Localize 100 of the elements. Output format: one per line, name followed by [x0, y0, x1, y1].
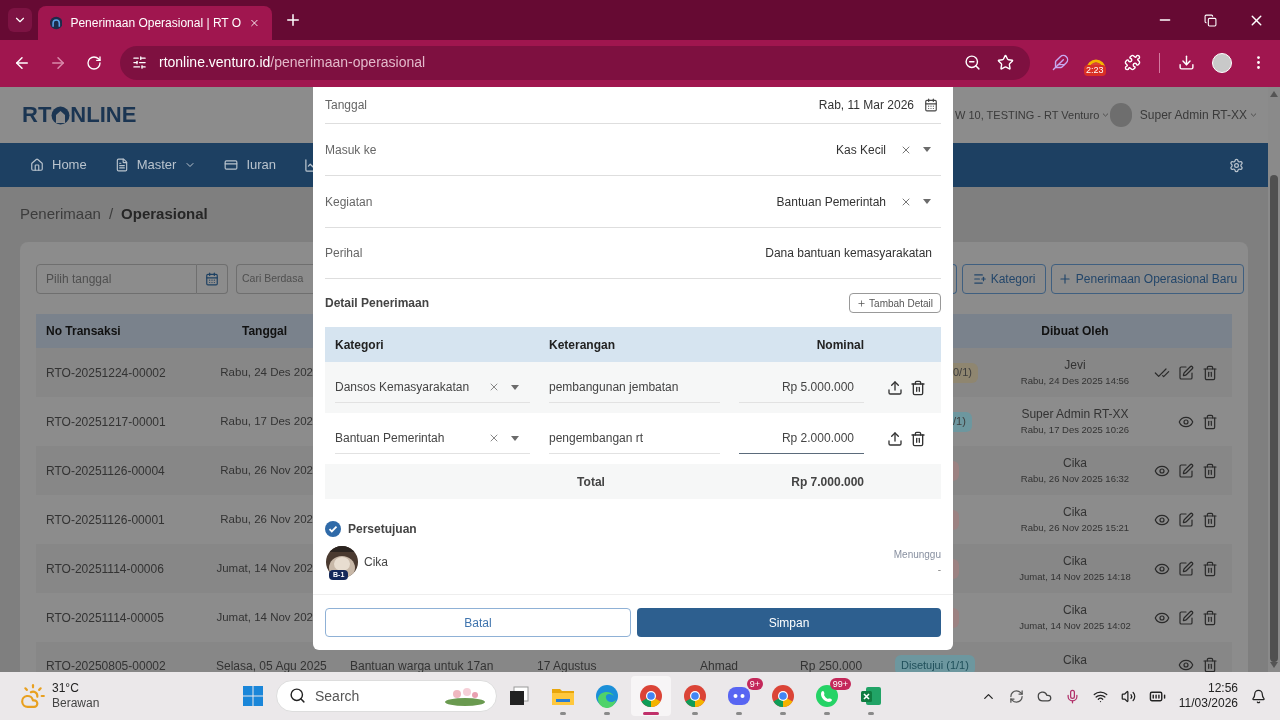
- creator-name: Cika: [1063, 602, 1087, 620]
- clear-icon[interactable]: [488, 381, 500, 393]
- table-cell-text: RTO-20251126-00001: [45, 511, 166, 529]
- filter-search-field[interactable]: Cari Berdasa: [236, 264, 313, 294]
- edit-icon[interactable]: [1178, 462, 1194, 479]
- volume-icon[interactable]: [1120, 688, 1136, 704]
- date-value[interactable]: Rab, 11 Mar 2026: [818, 96, 914, 114]
- logo-house-icon: [51, 105, 71, 125]
- edit-icon[interactable]: [1178, 609, 1194, 626]
- table-cell-text: Ahmad: [700, 658, 740, 672]
- creator-name: Cika: [1063, 455, 1087, 473]
- document-icon: [114, 158, 129, 172]
- zoom-icon[interactable]: [964, 54, 981, 71]
- table-cell-text: Rabu, 17 Des 202: [219, 413, 313, 429]
- browser-tab[interactable]: Penerimaan Operasional | RT O: [38, 6, 272, 40]
- tab-list-button[interactable]: [8, 8, 32, 32]
- browser-icon: [595, 684, 619, 708]
- address-bar[interactable]: rtonline.venturo.id/penerimaan-operasional: [120, 45, 1030, 80]
- select-field[interactable]: Bantuan Pemerintah: [776, 192, 886, 211]
- save-button[interactable]: Simpan: [637, 608, 941, 637]
- weather-icon: [20, 683, 46, 709]
- column-header: No Transaksi: [45, 323, 122, 340]
- description-input[interactable]: pembangunan jembatan: [549, 372, 720, 403]
- table-cell-text: Bantuan warga untuk 17an: [349, 658, 495, 672]
- browser-icon: [771, 684, 795, 708]
- clock[interactable]: 12:56 11/03/2026: [1178, 681, 1238, 711]
- restore-icon[interactable]: [1204, 13, 1217, 27]
- field-label: Tanggal: [325, 97, 368, 114]
- column-header: Kategori: [334, 336, 385, 354]
- select-field[interactable]: Kas Kecil: [835, 140, 886, 159]
- trash-icon[interactable]: [910, 379, 926, 396]
- chat-app-icon: [727, 684, 751, 708]
- settings-icon[interactable]: [1229, 157, 1244, 173]
- add-detail-button[interactable]: Tambah Detail: [849, 293, 941, 313]
- notifications-icon[interactable]: [1251, 688, 1266, 704]
- microphone-icon[interactable]: [1064, 688, 1080, 704]
- reload-icon[interactable]: [86, 54, 102, 71]
- taskbar-search-field[interactable]: Search: [276, 680, 497, 712]
- calendar-icon[interactable]: [924, 98, 938, 112]
- creator-name: Cika: [1063, 553, 1087, 571]
- download-icon[interactable]: [1177, 54, 1195, 71]
- extension-badge: 2:23: [1084, 64, 1106, 76]
- location-selector[interactable]: W 10, TESTING - RT Venturo: [955, 106, 1100, 124]
- upload-icon[interactable]: [887, 379, 903, 396]
- site-logo-icon: [50, 15, 63, 31]
- description-input[interactable]: pengembangan rt: [549, 423, 720, 454]
- calendar-button[interactable]: [197, 264, 228, 294]
- caret-icon[interactable]: [923, 199, 931, 204]
- column-header: Tanggal: [240, 323, 289, 340]
- caret-icon[interactable]: [511, 435, 519, 441]
- column-header: Keterangan: [548, 336, 617, 354]
- user-menu[interactable]: Super Admin RT-XX: [1139, 106, 1247, 124]
- new-tab-icon[interactable]: [284, 11, 302, 29]
- edit-icon[interactable]: [1178, 511, 1194, 528]
- feather-icon[interactable]: [1051, 54, 1069, 71]
- column-header: Dibuat Oleh: [1040, 323, 1110, 340]
- cancel-button[interactable]: Batal: [325, 608, 631, 637]
- table-cell-text: Rp 250.000: [800, 658, 864, 672]
- table-cell-text: RTO-20251217-00001: [45, 413, 167, 431]
- caret-icon[interactable]: [511, 384, 519, 390]
- amount-input[interactable]: Rp 5.000.000: [739, 372, 864, 403]
- approval-date: -: [937, 563, 941, 577]
- total-amount: Rp 7.000.000: [790, 473, 864, 491]
- table-cell-text: Selasa, 05 Agu 2025: [216, 658, 328, 672]
- category-select[interactable]: Dansos Kemasyarakatan: [335, 378, 488, 396]
- user-avatar: [1110, 103, 1132, 127]
- section-title: Persetujuan: [348, 521, 417, 538]
- cloud-icon[interactable]: [1036, 688, 1052, 704]
- profile-avatar[interactable]: [1212, 52, 1232, 73]
- trash-icon[interactable]: [910, 430, 926, 447]
- breadcrumb-separator: /: [108, 204, 114, 225]
- date-field[interactable]: Pilih tanggal: [36, 264, 197, 294]
- bookmark-star-icon[interactable]: [997, 54, 1014, 71]
- edit-icon[interactable]: [1178, 364, 1194, 381]
- table-cell-text: Jumat, 14 Nov 202: [215, 609, 313, 625]
- site-info-icon[interactable]: [132, 55, 147, 70]
- four-squares-icon: [243, 686, 263, 706]
- caret-icon[interactable]: [923, 147, 931, 152]
- extensions-icon[interactable]: [1123, 54, 1141, 71]
- upload-icon[interactable]: [887, 430, 903, 447]
- table-cell-text: RTO-20251126-00004: [45, 462, 166, 480]
- spreadsheet-icon: [860, 685, 882, 707]
- eye-icon[interactable]: [1178, 657, 1194, 672]
- nav-item[interactable]: Home: [30, 155, 87, 175]
- table-cell-text: RTO-20251224-00002: [45, 364, 167, 382]
- text-field[interactable]: Dana bantuan kemasyarakatan: [765, 244, 941, 262]
- edit-icon[interactable]: [1178, 560, 1194, 577]
- column-header: Nominal: [815, 336, 864, 354]
- nav-item[interactable]: Master: [114, 155, 197, 175]
- created-date: Rabu, 24 Des 2025 14:56: [1020, 374, 1130, 389]
- created-date: Rabu, 26 Nov 2025 15:21: [1020, 521, 1130, 536]
- sync-icon[interactable]: [1008, 688, 1024, 704]
- plus-icon: [857, 298, 867, 308]
- table-cell-text: Rabu, 26 Nov 202: [219, 462, 313, 478]
- calendar-icon: [205, 272, 219, 286]
- category-select[interactable]: Bantuan Pemerintah: [335, 429, 488, 447]
- amount-input[interactable]: Rp 2.000.000: [739, 423, 864, 454]
- clear-icon[interactable]: [488, 432, 500, 444]
- wifi-icon[interactable]: [1092, 688, 1108, 704]
- nav-item[interactable]: Iuran: [224, 155, 277, 175]
